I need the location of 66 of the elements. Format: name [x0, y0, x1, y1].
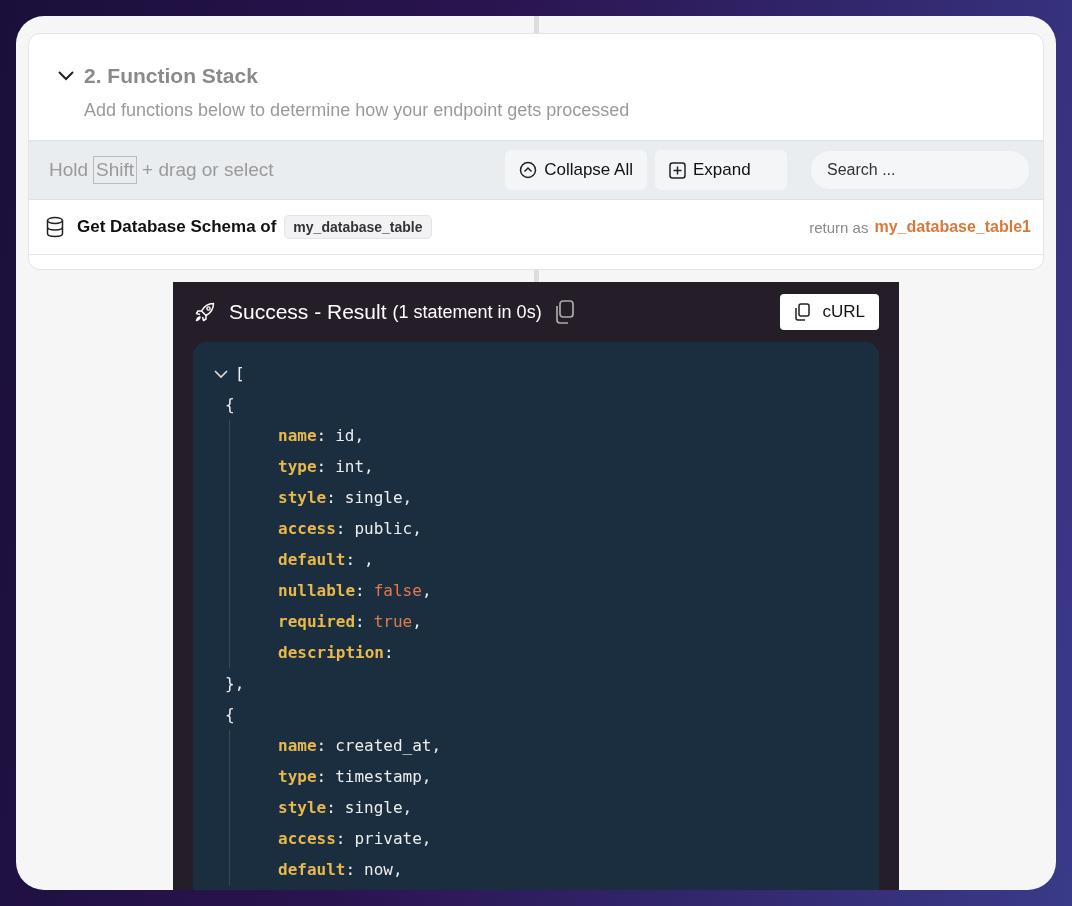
json-colon: :	[335, 519, 346, 538]
json-colon: :	[355, 581, 365, 600]
json-colon: :	[316, 426, 327, 445]
rocket-icon	[193, 300, 217, 324]
json-colon: :	[345, 860, 356, 879]
json-key: access	[278, 519, 336, 538]
json-colon: :	[316, 736, 327, 755]
json-value: ,	[364, 550, 374, 569]
database-icon	[45, 216, 65, 238]
collapse-button[interactable]: Collapse All	[505, 150, 647, 190]
shift-key: Shift	[93, 156, 138, 184]
json-value: int,	[335, 457, 374, 476]
json-key: name	[278, 426, 317, 445]
json-value: private,	[354, 829, 432, 848]
json-key: name	[278, 736, 317, 755]
table-tag: my_database_table	[284, 215, 432, 239]
return-label: return as	[809, 218, 869, 236]
json-colon: :	[345, 550, 356, 569]
copy-icon	[794, 303, 811, 321]
chevron-down-icon[interactable]	[57, 70, 75, 82]
json-value: true	[373, 612, 413, 631]
json-colon: :	[316, 457, 327, 476]
chevron-up-circle-icon	[519, 161, 538, 179]
json-key: required	[278, 612, 356, 631]
result-title: Success - Result	[229, 300, 387, 324]
json-key: default	[278, 550, 346, 569]
json-value: timestamp,	[335, 767, 432, 786]
json-value: false	[373, 581, 422, 600]
json-colon: :	[383, 643, 394, 662]
result-detail: (1 statement in 0s)	[392, 301, 542, 323]
json-key: default	[278, 860, 346, 879]
json-colon: :	[316, 767, 327, 786]
json-brace: },	[225, 674, 245, 693]
section-title: 2. Function Stack	[84, 64, 258, 88]
json-brace: {	[225, 705, 235, 724]
return-variable: my_database_table1	[874, 218, 1031, 236]
function-title: Get Database Schema of	[77, 217, 277, 237]
json-key: style	[278, 488, 327, 507]
json-value: now,	[364, 860, 403, 879]
json-value: public,	[354, 519, 422, 538]
json-key: type	[278, 457, 317, 476]
json-key: description	[278, 643, 384, 662]
json-colon: :	[326, 798, 336, 817]
plus-square-icon	[669, 161, 686, 179]
json-value: single,	[344, 488, 413, 507]
curl-button[interactable]: cURL	[780, 294, 879, 330]
json-brace: {	[225, 395, 235, 414]
json-value: single,	[344, 798, 413, 817]
json-colon: :	[326, 488, 336, 507]
search-field[interactable]: Search ...	[811, 151, 1029, 189]
json-colon: :	[335, 829, 346, 848]
function-row[interactable]: Get Database Schema of my_database_table return as my_database_table1	[29, 200, 1043, 255]
expand-button[interactable]: Expand	[655, 150, 787, 190]
hint-text: Hold	[49, 159, 89, 181]
json-bracket: [	[235, 364, 245, 383]
json-value: created_at,	[335, 736, 442, 755]
json-key: access	[278, 829, 336, 848]
json-comma: ,	[412, 612, 422, 631]
json-key: nullable	[278, 581, 356, 600]
json-comma: ,	[421, 581, 432, 600]
json-key: type	[278, 767, 317, 786]
json-colon: :	[355, 612, 365, 631]
hint-text: + drag or select	[142, 159, 274, 181]
json-key: style	[278, 798, 327, 817]
json-value: id,	[335, 426, 365, 445]
section-subtitle: Add functions below to determine how your endpoint gets processed	[83, 99, 631, 122]
